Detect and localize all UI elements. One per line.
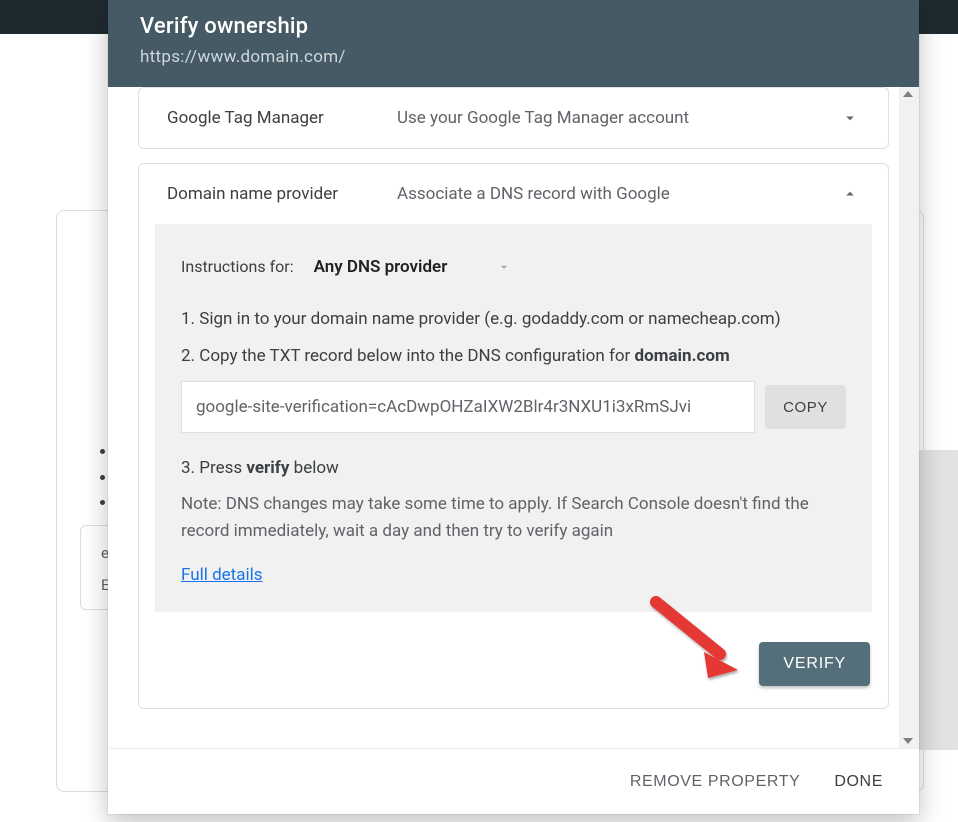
panel-google-tag-manager: Google Tag Manager Use your Google Tag M… <box>138 87 889 149</box>
panel-body-dns: Instructions for: Any DNS provider 1. Si… <box>155 224 872 612</box>
instructions-for-row: Instructions for: Any DNS provider <box>181 250 846 284</box>
dialog-subtitle: https://www.domain.com/ <box>140 47 887 67</box>
panel-desc: Use your Google Tag Manager account <box>397 108 830 128</box>
scrollbar[interactable] <box>899 87 919 748</box>
dialog-header: Verify ownership https://www.domain.com/ <box>108 0 919 87</box>
full-details-link[interactable]: Full details <box>181 562 263 588</box>
txt-record-input[interactable]: google-site-verification=cAcDwpOHZaIXW2B… <box>181 381 755 433</box>
step-2-domain: domain.com <box>635 346 730 366</box>
dialog-footer: REMOVE PROPERTY DONE <box>108 748 919 814</box>
done-button[interactable]: DONE <box>834 773 883 791</box>
verify-button[interactable]: VERIFY <box>759 642 870 686</box>
step-2-prefix: 2. Copy the TXT record below into the DN… <box>181 346 635 366</box>
panel-title: Google Tag Manager <box>167 108 387 128</box>
dns-provider-selected: Any DNS provider <box>314 254 448 280</box>
step-1: 1. Sign in to your domain name provider … <box>181 306 846 332</box>
txt-record-row: google-site-verification=cAcDwpOHZaIXW2B… <box>181 381 846 433</box>
panel-header-dns[interactable]: Domain name provider Associate a DNS rec… <box>139 164 888 224</box>
chevron-down-icon <box>840 108 860 128</box>
step-3-prefix: 3. Press <box>181 458 246 478</box>
dialog-title: Verify ownership <box>140 14 887 39</box>
panel-domain-name-provider: Domain name provider Associate a DNS rec… <box>138 163 889 709</box>
dns-note: Note: DNS changes may take some time to … <box>181 491 846 544</box>
step-3: 3. Press verify below <box>181 455 846 481</box>
verify-row: VERIFY <box>139 628 888 708</box>
panel-title: Domain name provider <box>167 184 387 204</box>
panel-desc: Associate a DNS record with Google <box>397 184 830 204</box>
step-3-suffix: below <box>289 458 338 478</box>
dns-provider-select[interactable]: Any DNS provider <box>308 250 518 284</box>
dialog-body: Google Tag Manager Use your Google Tag M… <box>108 87 919 748</box>
instructions-for-label: Instructions for: <box>181 255 294 280</box>
chevron-up-icon <box>840 184 860 204</box>
verify-ownership-dialog: Verify ownership https://www.domain.com/… <box>108 0 919 814</box>
panel-header-gtm[interactable]: Google Tag Manager Use your Google Tag M… <box>139 88 888 148</box>
remove-property-button[interactable]: REMOVE PROPERTY <box>630 773 801 791</box>
dropdown-icon <box>497 260 511 274</box>
copy-button[interactable]: COPY <box>765 385 846 429</box>
step-2: 2. Copy the TXT record below into the DN… <box>181 343 846 369</box>
step-3-bold: verify <box>246 458 289 478</box>
